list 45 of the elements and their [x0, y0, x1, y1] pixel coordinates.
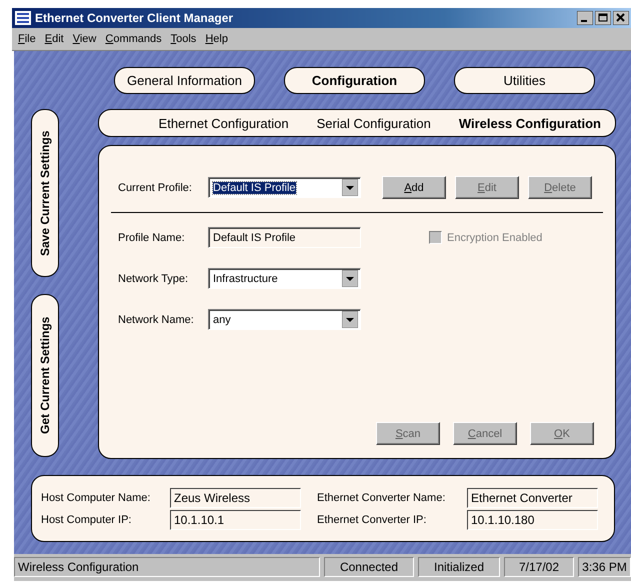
status-panel: Initialized: [418, 557, 500, 577]
dropdown-arrow-icon[interactable]: [342, 179, 358, 196]
status-panel: 3:36 PM: [578, 557, 631, 577]
tab[interactable]: Configuration: [284, 67, 425, 94]
field-label: Network Type:: [118, 272, 190, 284]
menu-item[interactable]: Help: [205, 33, 228, 45]
input-field[interactable]: Default IS Profile: [208, 227, 361, 248]
input-field[interactable]: Zeus Wireless: [170, 488, 301, 508]
subtab[interactable]: Ethernet Configuration: [158, 116, 289, 130]
subtab[interactable]: Wireless Configuration: [458, 116, 601, 130]
input-field[interactable]: 10.1.10.1: [170, 510, 301, 530]
menu-item[interactable]: Tools: [170, 33, 196, 45]
side-button[interactable]: Save Current Settings: [31, 109, 59, 277]
status-panel: 7/17/02: [504, 557, 574, 577]
menu-item[interactable]: Edit: [44, 33, 64, 45]
menu-item[interactable]: Commands: [105, 33, 162, 45]
close-icon[interactable]: [613, 11, 629, 25]
status-panel: Wireless Configuration: [14, 557, 320, 577]
app-logo-icon: [15, 11, 31, 25]
field-label: Profile Name:: [118, 232, 186, 244]
field-label: Host Computer IP:: [41, 514, 132, 526]
field-label: Ethernet Converter IP:: [317, 514, 428, 526]
minimize-icon[interactable]: [577, 11, 593, 25]
profile-button[interactable]: Add: [382, 176, 446, 199]
field-label: Ethernet Converter Name:: [317, 492, 446, 504]
profile-dropdown[interactable]: Default IS Profile: [208, 177, 361, 198]
status-panel: Connected: [324, 557, 414, 577]
maximize-icon[interactable]: [595, 11, 611, 25]
field-label: Network Name:: [118, 314, 195, 326]
dropdown-arrow-icon[interactable]: [342, 270, 358, 287]
dropdown-field[interactable]: Infrastructure: [208, 268, 361, 289]
field-label: Host Computer Name:: [41, 492, 152, 504]
dropdown-field[interactable]: any: [208, 309, 361, 330]
dropdown-arrow-icon[interactable]: [342, 311, 358, 328]
input-field[interactable]: Ethernet Converter: [467, 488, 598, 508]
field-label: Current Profile:: [118, 182, 193, 194]
menu-item[interactable]: File: [18, 33, 36, 45]
menu-item[interactable]: View: [72, 33, 96, 45]
side-button[interactable]: Get Current Settings: [31, 294, 59, 457]
tab[interactable]: Utilities: [454, 67, 595, 94]
subtab[interactable]: Serial Configuration: [316, 116, 431, 130]
tab[interactable]: General Information: [114, 67, 255, 94]
window-title: Ethernet Converter Client Manager: [35, 11, 234, 25]
input-field[interactable]: 10.1.10.180: [467, 510, 598, 530]
checkbox-label: Encryption Enabled: [447, 232, 542, 244]
